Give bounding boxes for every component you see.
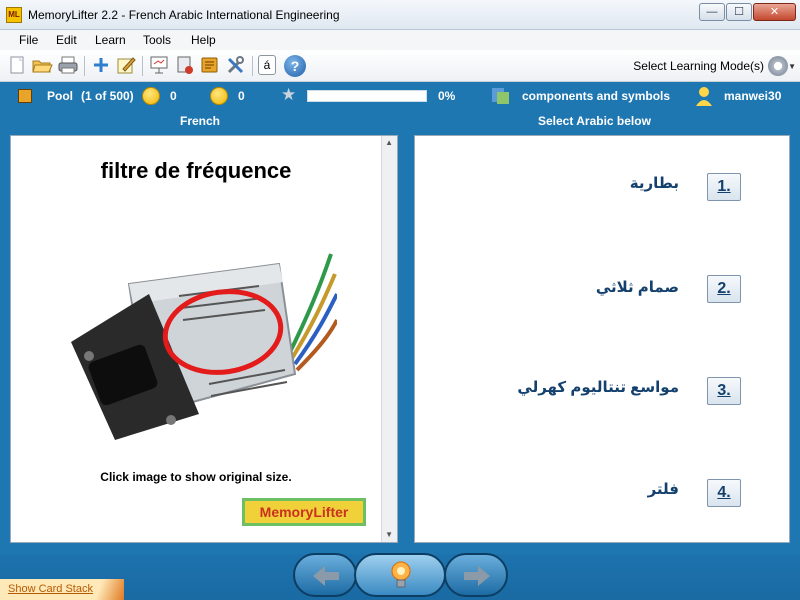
menu-edit[interactable]: Edit bbox=[56, 33, 77, 47]
gear-icon[interactable] bbox=[768, 56, 788, 76]
toolbar: á ? Select Learning Mode(s) ▼ bbox=[0, 50, 800, 82]
pool-count: (1 of 500) bbox=[81, 89, 134, 103]
window-title: MemoryLifter 2.2 - French Arabic Interna… bbox=[28, 8, 340, 22]
question-panel: filtre de fréquence Click image to show … bbox=[10, 135, 398, 543]
pool-label: Pool bbox=[47, 89, 73, 103]
menu-file[interactable]: File bbox=[19, 33, 38, 47]
show-card-stack-link[interactable]: Show Card Stack bbox=[8, 583, 93, 595]
user-name: manwei30 bbox=[724, 89, 782, 103]
chapter-label[interactable]: components and symbols bbox=[522, 89, 670, 103]
progress-percent: 0% bbox=[438, 89, 456, 103]
main-area: French Select Arabic below filtre de fré… bbox=[0, 110, 800, 554]
notes-icon[interactable] bbox=[199, 55, 221, 77]
memorylifter-logo: MemoryLifter bbox=[242, 498, 366, 526]
edit-icon[interactable] bbox=[115, 55, 137, 77]
wrong-count: 0 bbox=[238, 89, 245, 103]
right-arrow-icon bbox=[464, 566, 490, 586]
answer-panel: بطارية 1. صمام ثلاثي 2. مواسع تنتاليوم ك… bbox=[414, 135, 790, 543]
help-icon[interactable]: ? bbox=[284, 55, 306, 77]
scroll-up-icon[interactable]: ▲ bbox=[385, 138, 393, 147]
menu-bar: File Edit Learn Tools Help bbox=[0, 30, 800, 50]
pool-icon bbox=[18, 89, 32, 103]
hint-button[interactable] bbox=[354, 553, 446, 597]
image-hint: Click image to show original size. bbox=[100, 470, 292, 484]
question-image[interactable] bbox=[59, 224, 337, 446]
star-icon: ★ bbox=[281, 85, 297, 104]
question-word: filtre de fréquence bbox=[100, 158, 292, 183]
answer-option-1-text[interactable]: بطارية bbox=[630, 174, 679, 192]
chevron-down-icon[interactable]: ▼ bbox=[788, 62, 796, 71]
answer-option-3-button[interactable]: 3. bbox=[707, 377, 741, 405]
tools-icon[interactable] bbox=[225, 55, 247, 77]
answer-option-3-text[interactable]: مواسع تنتاليوم كهرلي bbox=[517, 378, 679, 396]
menu-help[interactable]: Help bbox=[191, 33, 216, 47]
maximize-button[interactable]: ☐ bbox=[726, 3, 752, 21]
presentation-icon[interactable] bbox=[148, 55, 170, 77]
correct-smiley-icon bbox=[142, 87, 160, 105]
progress-bar bbox=[307, 90, 427, 102]
status-bar: Pool (1 of 500) 0 0 ★ 0% components and … bbox=[0, 82, 800, 110]
user-icon bbox=[696, 87, 712, 106]
toolbar-separator bbox=[84, 56, 85, 76]
answer-option-1-button[interactable]: 1. bbox=[707, 173, 741, 201]
print-icon[interactable] bbox=[57, 55, 79, 77]
new-icon[interactable] bbox=[6, 55, 28, 77]
answer-option-2-text[interactable]: صمام ثلاثي bbox=[596, 278, 679, 296]
answer-header: Select Arabic below bbox=[538, 114, 651, 128]
previous-card-button[interactable] bbox=[293, 553, 357, 597]
lightbulb-icon bbox=[391, 561, 411, 588]
question-header: French bbox=[180, 114, 221, 128]
chapter-icon bbox=[492, 88, 509, 104]
menu-tools[interactable]: Tools bbox=[143, 33, 171, 47]
toolbar-separator bbox=[252, 56, 253, 76]
next-card-button[interactable] bbox=[444, 553, 508, 597]
close-button[interactable]: ✕ bbox=[753, 3, 796, 21]
learning-mode-label[interactable]: Select Learning Mode(s) bbox=[633, 59, 764, 73]
correct-count: 0 bbox=[170, 89, 177, 103]
answer-option-4-button[interactable]: 4. bbox=[707, 479, 741, 507]
card-stack-icon[interactable] bbox=[174, 55, 196, 77]
add-icon[interactable] bbox=[90, 55, 112, 77]
app-icon: ML bbox=[6, 7, 22, 23]
title-bar: ML MemoryLifter 2.2 - French Arabic Inte… bbox=[0, 0, 800, 30]
answer-option-4-text[interactable]: فلتر bbox=[648, 480, 679, 498]
character-icon[interactable]: á bbox=[258, 55, 276, 75]
answer-option-2-button[interactable]: 2. bbox=[707, 275, 741, 303]
show-card-stack[interactable]: Show Card Stack bbox=[0, 579, 124, 600]
minimize-button[interactable]: — bbox=[699, 3, 725, 21]
toolbar-separator bbox=[142, 56, 143, 76]
left-arrow-icon bbox=[313, 566, 339, 586]
question-scrollbar[interactable]: ▲ ▼ bbox=[381, 136, 397, 542]
menu-learn[interactable]: Learn bbox=[95, 33, 126, 47]
open-icon[interactable] bbox=[31, 55, 53, 77]
wrong-smiley-icon bbox=[210, 87, 228, 105]
scroll-down-icon[interactable]: ▼ bbox=[385, 530, 393, 539]
